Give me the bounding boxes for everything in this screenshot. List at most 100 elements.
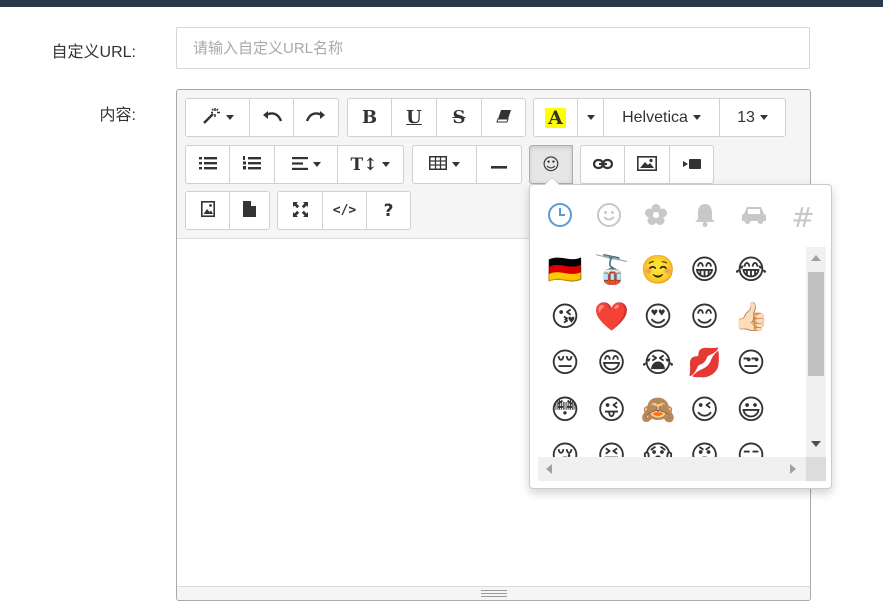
magic-wand-icon bbox=[201, 107, 221, 128]
emoji-item[interactable]: 🚡 bbox=[589, 247, 635, 293]
undo-icon bbox=[262, 109, 282, 126]
emoji-item[interactable]: 😄 bbox=[589, 340, 635, 386]
redo-button[interactable] bbox=[293, 98, 339, 137]
color-dropdown-button[interactable] bbox=[577, 98, 604, 137]
image-upload-button[interactable] bbox=[185, 191, 230, 230]
table-icon bbox=[429, 156, 447, 173]
horizontal-rule-icon bbox=[491, 157, 507, 173]
image-upload-icon bbox=[200, 201, 215, 220]
chevron-down-icon bbox=[312, 162, 321, 167]
emoji-item[interactable]: 😒 bbox=[728, 340, 774, 386]
strikethrough-button[interactable]: S bbox=[436, 98, 482, 137]
link-button[interactable] bbox=[580, 145, 625, 184]
chevron-down-icon bbox=[759, 115, 768, 120]
bell-icon bbox=[694, 203, 716, 232]
strikethrough-icon: S bbox=[452, 107, 466, 128]
picture-button[interactable] bbox=[624, 145, 670, 184]
eraser-button[interactable] bbox=[481, 98, 526, 137]
emoji-item[interactable]: 🙈 bbox=[635, 387, 681, 433]
font-size-label: 13 bbox=[737, 108, 755, 126]
code-view-button[interactable]: </> bbox=[322, 191, 367, 230]
file-button[interactable] bbox=[229, 191, 270, 230]
emoji-item[interactable]: 😔 bbox=[542, 340, 588, 386]
category-tab-symbols[interactable]: # bbox=[785, 199, 821, 235]
hash-icon: # bbox=[791, 200, 815, 234]
help-icon: ? bbox=[383, 200, 394, 221]
emoji-item[interactable]: 😢 bbox=[542, 433, 588, 458]
category-tab-objects[interactable] bbox=[687, 199, 723, 235]
emoji-item[interactable]: 😏 bbox=[728, 433, 774, 458]
file-icon bbox=[243, 201, 256, 220]
code-view-icon: </> bbox=[332, 203, 357, 218]
emoji-item[interactable]: 😝 bbox=[589, 433, 635, 458]
undo-button[interactable] bbox=[249, 98, 294, 137]
emoji-item[interactable]: 😂 bbox=[728, 247, 774, 293]
emoji-icon: ☺ bbox=[542, 154, 560, 175]
unordered-list-button[interactable] bbox=[185, 145, 230, 184]
emoji-grid: 🇩🇪 🚡 ☺️ 😁 😂 😘 ❤️ 😍 😊 👍🏻 😔 😄 😭 💋 😒 😳 😜 🙈 😉 😃 😢 😝 😱 😡 😏 bbox=[538, 247, 802, 458]
emoji-item[interactable]: 😃 bbox=[728, 387, 774, 433]
emoji-item[interactable]: ❤️ bbox=[589, 294, 635, 340]
video-button[interactable] bbox=[669, 145, 714, 184]
emoji-item[interactable]: 😊 bbox=[682, 294, 728, 340]
video-icon bbox=[682, 157, 701, 173]
flower-icon bbox=[644, 203, 668, 232]
redo-icon bbox=[305, 109, 326, 126]
horizontal-rule-button[interactable] bbox=[476, 145, 522, 184]
table-dropdown[interactable] bbox=[412, 145, 477, 184]
emoji-item[interactable]: 💋 bbox=[682, 340, 728, 386]
line-height-dropdown[interactable]: T↕ bbox=[337, 145, 404, 184]
grip-icon bbox=[481, 590, 507, 597]
line-height-icon: T↕ bbox=[350, 154, 378, 175]
font-name-dropdown[interactable]: Helvetica bbox=[603, 98, 720, 137]
editor-resize-handle[interactable] bbox=[177, 586, 810, 600]
emoji-vertical-scrollbar[interactable] bbox=[806, 247, 826, 457]
emoji-item[interactable]: 😱 bbox=[635, 433, 681, 458]
custom-url-input[interactable] bbox=[176, 27, 810, 69]
category-tab-nature[interactable] bbox=[638, 199, 674, 235]
category-tab-recent[interactable] bbox=[542, 199, 578, 235]
paragraph-align-dropdown[interactable] bbox=[274, 145, 338, 184]
bold-button[interactable]: B bbox=[347, 98, 392, 137]
fullscreen-button[interactable] bbox=[277, 191, 323, 230]
ordered-list-button[interactable] bbox=[229, 145, 275, 184]
emoji-item[interactable]: 😳 bbox=[542, 387, 588, 433]
emoji-picker-popup: # 🇩🇪 🚡 ☺️ 😁 😂 😘 ❤️ 😍 😊 👍🏻 😔 😄 😭 💋 😒 😳 😜 🙈 😉 😃 😢 😝 😱 😡 😏 bbox=[529, 177, 832, 489]
fullscreen-icon bbox=[292, 201, 308, 220]
recent-clock-icon bbox=[547, 202, 573, 233]
category-tab-places[interactable] bbox=[736, 199, 772, 235]
emoji-item[interactable]: 😘 bbox=[542, 294, 588, 340]
unordered-list-icon bbox=[198, 156, 217, 173]
chevron-down-icon bbox=[692, 115, 701, 120]
scrollbar-thumb[interactable] bbox=[808, 272, 824, 376]
top-bar bbox=[0, 0, 883, 7]
underline-icon: U bbox=[406, 107, 422, 128]
emoji-item[interactable]: 😭 bbox=[635, 340, 681, 386]
emoji-item[interactable]: 🇩🇪 bbox=[542, 247, 588, 293]
scroll-left-arrow-icon[interactable] bbox=[546, 464, 552, 474]
font-color-button[interactable]: A bbox=[533, 98, 578, 137]
emoji-item[interactable]: 😉 bbox=[682, 387, 728, 433]
font-size-dropdown[interactable]: 13 bbox=[719, 98, 786, 137]
chevron-down-icon bbox=[226, 115, 234, 120]
font-name-label: Helvetica bbox=[622, 108, 688, 126]
emoji-item[interactable]: 😁 bbox=[682, 247, 728, 293]
magic-wand-button[interactable] bbox=[185, 98, 250, 137]
emoji-item[interactable]: ☺️ bbox=[635, 247, 681, 293]
link-icon bbox=[592, 157, 613, 173]
underline-button[interactable]: U bbox=[391, 98, 437, 137]
emoji-item[interactable]: 😜 bbox=[589, 387, 635, 433]
emoji-item[interactable]: 😡 bbox=[682, 433, 728, 458]
category-tab-people[interactable] bbox=[591, 199, 627, 235]
scroll-down-arrow-icon[interactable] bbox=[811, 441, 821, 447]
scroll-right-arrow-icon[interactable] bbox=[790, 464, 796, 474]
scrollbar-corner bbox=[806, 457, 826, 481]
url-label: 自定义URL: bbox=[51, 44, 136, 61]
emoji-item[interactable]: 👍🏻 bbox=[728, 294, 774, 340]
picture-icon bbox=[637, 155, 657, 174]
font-color-icon: A bbox=[545, 107, 566, 128]
help-button[interactable]: ? bbox=[366, 191, 411, 230]
scroll-up-arrow-icon[interactable] bbox=[811, 255, 821, 261]
emoji-horizontal-scrollbar[interactable] bbox=[538, 457, 806, 481]
emoji-item[interactable]: 😍 bbox=[635, 294, 681, 340]
